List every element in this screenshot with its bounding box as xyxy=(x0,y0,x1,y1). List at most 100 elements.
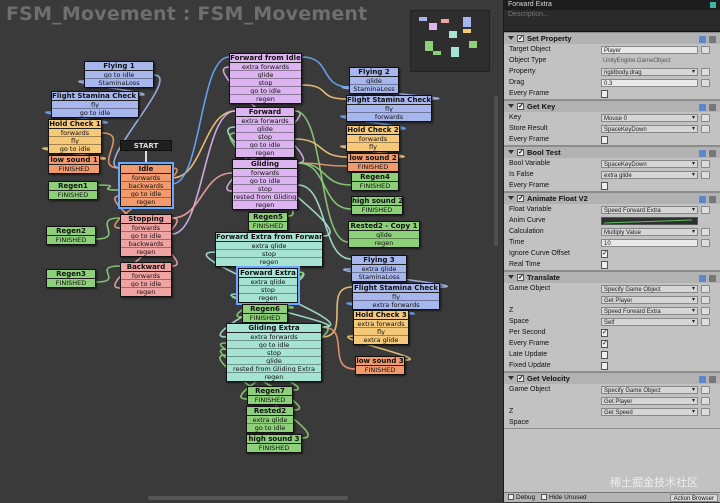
state-title[interactable]: Hold Check 3 xyxy=(354,311,408,320)
action-enabled-checkbox[interactable] xyxy=(517,373,524,385)
state-transition[interactable]: fly xyxy=(347,143,399,151)
state-transition[interactable]: FINISHED xyxy=(243,314,287,322)
state-transition[interactable]: FINISHED xyxy=(248,396,292,404)
field-dropdown[interactable]: extra glide xyxy=(601,171,698,179)
state-title[interactable]: low sound 2 xyxy=(348,154,398,163)
state-transition[interactable]: regen xyxy=(121,198,171,206)
state-transition[interactable]: stop xyxy=(216,250,322,258)
state-transition[interactable]: stop xyxy=(230,79,301,87)
state-transition[interactable]: FINISHED xyxy=(249,222,287,230)
state-transition[interactable]: backwards xyxy=(121,182,171,190)
state-title[interactable]: Regen5 xyxy=(249,213,287,222)
state-transition[interactable]: regen xyxy=(233,201,297,209)
state-transition[interactable]: forwards xyxy=(347,113,431,121)
state-transition[interactable]: stop xyxy=(239,286,297,294)
state-title[interactable]: Rested2 xyxy=(247,407,293,416)
state-node-regen4[interactable]: Regen4 FINISHED xyxy=(351,172,399,191)
field-checkbox[interactable] xyxy=(601,351,608,359)
state-node-fsc1[interactable]: Flight Stamina Check 1 fly go to idle xyxy=(51,91,139,118)
state-node-glidingextra[interactable]: Gliding Extra extra forwards go to idle sto… xyxy=(226,323,322,382)
foldout-icon[interactable] xyxy=(508,376,514,380)
state-transition[interactable]: StaminaLoss xyxy=(85,79,153,87)
state-title[interactable]: Hold Check 1 xyxy=(49,120,101,129)
state-transition[interactable]: extra forwards xyxy=(227,333,321,341)
variable-toggle-icon[interactable] xyxy=(701,285,710,293)
state-title[interactable]: Backward xyxy=(121,263,171,272)
anim-curve-field[interactable] xyxy=(601,217,698,225)
state-transition[interactable]: glide xyxy=(236,125,294,133)
variable-toggle-icon[interactable] xyxy=(701,160,710,168)
state-transition[interactable]: forwards xyxy=(121,224,171,232)
variable-toggle-icon[interactable] xyxy=(701,307,710,315)
variable-toggle-icon[interactable] xyxy=(701,46,710,54)
graph-minimap[interactable] xyxy=(410,10,490,72)
state-transition[interactable]: forwards xyxy=(121,272,171,280)
state-title[interactable]: Flying 1 xyxy=(85,62,153,71)
variable-toggle-icon[interactable] xyxy=(701,296,710,304)
state-transition[interactable]: extra glide xyxy=(354,336,408,344)
state-title[interactable]: low sound 1 xyxy=(49,156,99,165)
state-transition[interactable]: glide xyxy=(350,77,398,85)
state-transition[interactable]: regen xyxy=(236,149,294,157)
state-transition[interactable]: regen xyxy=(230,95,301,103)
state-transition[interactable]: extra glide xyxy=(247,416,293,424)
field-dropdown[interactable]: Get Speed xyxy=(601,408,698,416)
state-transition[interactable]: regen xyxy=(121,288,171,296)
state-transition[interactable]: FINISHED xyxy=(352,182,398,190)
state-transition[interactable]: fly xyxy=(354,328,408,336)
state-transition[interactable]: FINISHED xyxy=(247,444,301,452)
state-title[interactable]: Gliding xyxy=(233,160,297,169)
field-value[interactable]: 0.3 xyxy=(601,79,698,87)
state-transition[interactable]: regen xyxy=(227,373,321,381)
state-transition[interactable]: stop xyxy=(227,349,321,357)
field-dropdown[interactable]: Get Player xyxy=(601,397,698,405)
state-node-flying1[interactable]: Flying 1 go to idle StaminaLoss xyxy=(84,61,154,88)
state-title[interactable]: Flight Stamina Check xyxy=(353,284,439,293)
help-icon[interactable] xyxy=(699,36,706,43)
state-node-backward[interactable]: Backward forwards go to idle regen xyxy=(120,262,172,297)
state-transition[interactable]: forwards xyxy=(233,169,297,177)
help-icon[interactable] xyxy=(699,196,706,203)
action-enabled-checkbox[interactable] xyxy=(517,193,524,205)
state-transition[interactable]: go to idle xyxy=(121,190,171,198)
help-icon[interactable] xyxy=(699,376,706,383)
action-enabled-checkbox[interactable] xyxy=(517,33,524,45)
horizontal-scrollbar[interactable] xyxy=(148,496,348,500)
action-enabled-checkbox[interactable] xyxy=(517,147,524,159)
state-title[interactable]: Flight Stamina Check 1 xyxy=(52,92,138,101)
state-transition[interactable]: go to idle xyxy=(52,109,138,117)
state-node-regen2[interactable]: Regen2 FINISHED xyxy=(46,226,96,245)
state-transition[interactable]: FINISHED xyxy=(47,279,95,287)
state-transition[interactable]: rested from Gliding xyxy=(233,193,297,201)
state-transition[interactable]: rested from Gliding Extra xyxy=(227,365,321,373)
state-node-fefe[interactable]: Forward Extra from Forward extra glide sto… xyxy=(215,232,323,267)
state-transition[interactable]: regen xyxy=(349,239,419,247)
state-title[interactable]: Gliding Extra xyxy=(227,324,321,333)
variable-toggle-icon[interactable] xyxy=(701,206,710,214)
action-header[interactable]: Bool Test xyxy=(504,146,720,159)
field-value[interactable]: Player xyxy=(601,46,698,54)
gear-icon[interactable] xyxy=(709,196,716,203)
state-transition[interactable]: FINISHED xyxy=(49,165,99,173)
state-node-fe[interactable]: Forward Extra extra glide stop regen xyxy=(236,266,300,305)
state-transition[interactable]: fly xyxy=(49,137,101,145)
state-title[interactable]: low sound 3 xyxy=(356,357,404,366)
help-icon[interactable] xyxy=(699,275,706,282)
hide-unused-checkbox[interactable] xyxy=(540,494,547,500)
foldout-icon[interactable] xyxy=(508,150,514,154)
variable-toggle-icon[interactable] xyxy=(701,239,710,247)
state-node-stopping[interactable]: Stopping forwards go to idle backwards regen xyxy=(120,214,172,257)
state-transition[interactable]: stop xyxy=(236,133,294,141)
state-transition[interactable]: forwards xyxy=(347,135,399,143)
state-transition[interactable]: go to idle xyxy=(85,71,153,79)
debug-checkbox[interactable] xyxy=(508,494,514,500)
state-transition[interactable]: FINISHED xyxy=(356,366,404,374)
help-icon[interactable] xyxy=(699,104,706,111)
state-title[interactable]: high sound 2 xyxy=(352,197,402,206)
state-node-gliding[interactable]: Gliding forwards go to idle stop rested from… xyxy=(232,159,298,210)
state-transition[interactable]: go to idle xyxy=(227,341,321,349)
state-transition[interactable]: extra forwards xyxy=(354,320,408,328)
state-title[interactable]: Flight Stamina Check 2 xyxy=(347,96,431,105)
field-dropdown[interactable]: Get Player xyxy=(601,296,698,304)
state-node-regen3[interactable]: Regen3 FINISHED xyxy=(46,269,96,288)
